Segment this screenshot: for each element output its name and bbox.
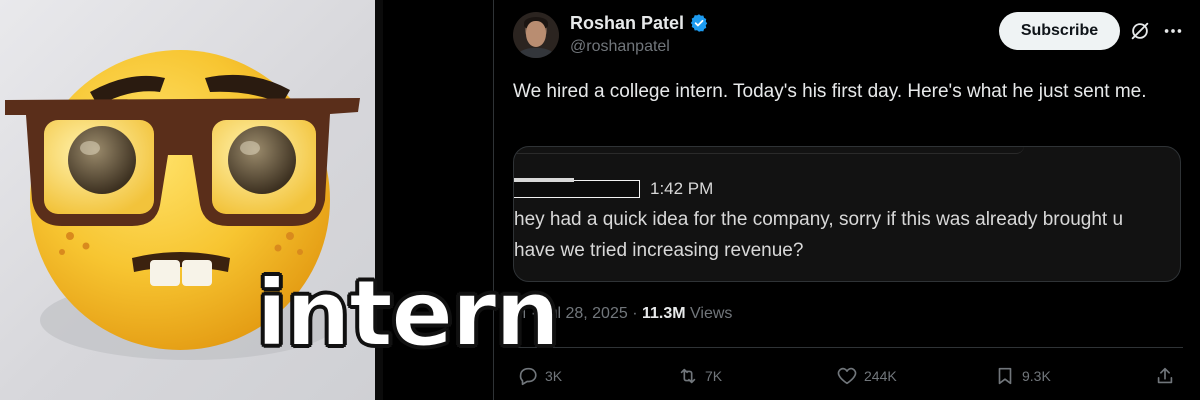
bookmark-button[interactable]: 9.3K <box>994 365 1051 387</box>
message-line-2: have we tried increasing revenue? <box>514 240 804 261</box>
tweet-card[interactable]: Roshan Patel @roshanpatel Subscribe We h… <box>493 0 1200 400</box>
more-icon[interactable] <box>1162 20 1184 42</box>
message-time: 1:42 PM <box>650 179 714 198</box>
reply-count: 3K <box>545 368 563 384</box>
tweet-text: We hired a college intern. Today's his f… <box>513 81 1147 102</box>
reply-button[interactable]: 3K <box>517 365 562 387</box>
author-name[interactable]: Roshan Patel <box>570 13 684 34</box>
views-label: Views <box>690 305 733 322</box>
share-button[interactable] <box>1154 365 1176 387</box>
author-handle[interactable]: @roshanpatel <box>570 38 670 56</box>
views-count: 11.3M <box>641 305 686 322</box>
bookmark-count: 9.3K <box>1022 368 1051 384</box>
repost-button[interactable]: 7K <box>677 365 722 387</box>
redacted-sender-name <box>514 178 640 198</box>
meme-caption: intern <box>255 260 561 367</box>
bookmark-icon <box>998 367 1012 385</box>
message-line-1: hey had a quick idea for the company, so… <box>514 209 1124 230</box>
avatar-face <box>526 21 546 47</box>
meta-separator: · <box>632 305 642 322</box>
like-icon <box>837 367 857 385</box>
repost-count: 7K <box>705 368 723 384</box>
subscribe-button[interactable]: Subscribe <box>999 12 1120 50</box>
reply-icon <box>519 367 537 386</box>
like-button[interactable]: 244K <box>836 365 897 387</box>
quoted-message-screenshot[interactable]: 1:42 PM hey had a quick idea for the com… <box>513 146 1181 282</box>
avatar-shirt <box>517 48 555 58</box>
quote-top-edge <box>514 147 1024 154</box>
like-count: 244K <box>864 368 897 384</box>
share-icon <box>1157 367 1173 384</box>
avatar[interactable] <box>513 12 559 58</box>
repost-icon <box>680 368 696 384</box>
verified-icon <box>690 14 708 32</box>
action-divider <box>513 347 1183 348</box>
grok-icon[interactable] <box>1129 20 1151 42</box>
